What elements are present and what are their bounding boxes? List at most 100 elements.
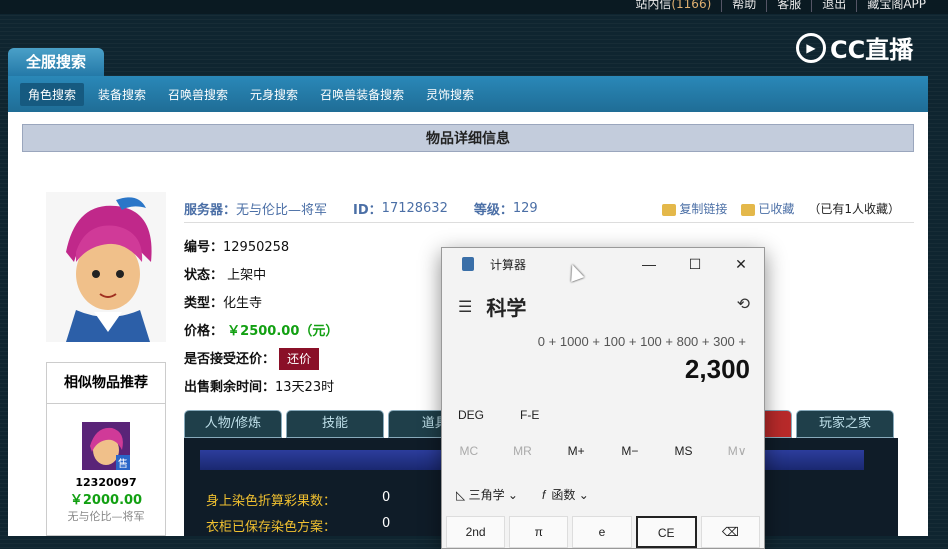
item-info-bar: 服务器： 无与伦比—将军 ID： 17128632 等级： 129 复制链接 已… xyxy=(184,194,914,223)
sell-tag: 售 xyxy=(116,455,130,470)
search-subnav: 角色搜索 装备搜索 召唤兽搜索 元身搜索 召唤兽装备搜索 灵饰搜索 xyxy=(8,76,928,112)
mode-title: 科学 xyxy=(486,298,527,320)
level-value: 129 xyxy=(512,200,538,216)
dye-body-value: 0 xyxy=(382,490,391,505)
calculator-window: 计算器 — ☐ ✕ ☰ 科学 ⟲ 0 + 1000 + 100 + 100 + … xyxy=(441,247,765,549)
type-row: 类型：化生寺 xyxy=(184,290,338,318)
price-label: 价格： xyxy=(184,324,224,339)
messages-link[interactable]: 站内信(1166) xyxy=(625,0,721,12)
calculator-mode: ☰ 科学 xyxy=(458,292,526,321)
second-button[interactable]: 2nd xyxy=(446,516,506,548)
m-plus-button[interactable]: M+ xyxy=(549,444,603,458)
backspace-button[interactable]: ⌫ xyxy=(700,516,761,548)
status-row: 状态： 上架中 xyxy=(184,262,338,290)
subnav-role-search[interactable]: 角色搜索 xyxy=(20,82,85,106)
similar-items-box: 相似物品推荐 售 12320097 ￥2000.00 无与伦比—将军 xyxy=(46,362,166,536)
favorite-label: 已收藏 xyxy=(758,202,795,216)
level-label: 等级： xyxy=(473,202,513,218)
copy-link-button[interactable]: 复制链接 xyxy=(662,200,727,217)
messages-count: (1166) xyxy=(671,0,712,11)
app-link[interactable]: 藏宝阁APP xyxy=(856,0,936,12)
tab-character[interactable]: 人物/修炼 xyxy=(184,410,282,438)
copy-link-label: 复制链接 xyxy=(679,202,728,216)
similar-price: ￥2000.00 xyxy=(69,493,143,508)
subnav-lingshi-search[interactable]: 灵饰搜索 xyxy=(418,83,482,106)
item-actions: 复制链接 已收藏 （已有1人收藏） xyxy=(662,200,900,217)
function-dropdown[interactable]: f 函数 ⌄ xyxy=(542,486,589,503)
fe-button[interactable]: F-E xyxy=(520,408,539,422)
mr-button[interactable]: MR xyxy=(496,444,550,458)
character-portrait-icon xyxy=(46,192,166,342)
item-details: 编号：12950258 状态： 上架中 类型：化生寺 价格： ￥2500.00（… xyxy=(184,234,338,402)
dye-row-wardrobe: 衣柜已保存染色方案： 0 xyxy=(206,516,390,535)
help-link[interactable]: 帮助 xyxy=(721,0,766,12)
tab-player-home[interactable]: 玩家之家 xyxy=(796,410,894,438)
similar-title: 相似物品推荐 xyxy=(47,363,165,404)
bargain-row: 是否接受还价： 还价 xyxy=(184,346,338,374)
memory-list-button[interactable]: M∨ xyxy=(710,444,764,458)
mc-button[interactable]: MC xyxy=(442,444,496,458)
tab-skills[interactable]: 技能 xyxy=(286,410,384,438)
tab-all-server-search[interactable]: 全服搜索 xyxy=(8,48,104,76)
logout-link[interactable]: 退出 xyxy=(811,0,856,12)
function-label: 函数 xyxy=(551,488,576,502)
e-button[interactable]: e xyxy=(572,516,632,548)
subnav-equip-search[interactable]: 装备搜索 xyxy=(90,83,154,106)
bargain-label: 是否接受还价： xyxy=(184,352,276,367)
trig-label: 三角学 xyxy=(468,488,505,502)
cc-live-logo: ▶ CC直播 xyxy=(796,30,913,65)
memory-row: MC MR M+ M− MS M∨ xyxy=(442,444,764,458)
maximize-icon[interactable]: ☐ xyxy=(672,248,718,280)
history-icon[interactable]: ⟲ xyxy=(737,294,750,314)
function-dropdowns: ◺ 三角学 ⌄ f 函数 ⌄ xyxy=(456,486,589,503)
trig-dropdown[interactable]: ◺ 三角学 ⌄ xyxy=(456,486,518,503)
panel-title: 物品详细信息 xyxy=(22,124,914,152)
triangle-icon: ◺ xyxy=(456,488,469,502)
server-label: 服务器： xyxy=(184,202,237,218)
favorite-button[interactable]: 已收藏 xyxy=(741,200,794,217)
messages-label: 站内信 xyxy=(635,0,672,11)
similar-code: 12320097 xyxy=(75,476,137,489)
function-icon: f xyxy=(541,488,546,502)
ce-button[interactable]: CE xyxy=(635,516,697,548)
service-link[interactable]: 客服 xyxy=(766,0,811,12)
id-value: 17128632 xyxy=(381,200,448,216)
calculator-expression: 0 + 1000 + 100 + 100 + 800 + 300 + xyxy=(537,334,746,349)
minimize-icon[interactable]: — xyxy=(626,248,672,280)
server-value: 无与伦比—将军 xyxy=(236,202,328,218)
type-value: 化生寺 xyxy=(223,296,263,311)
similar-item-thumbnail[interactable]: 售 xyxy=(82,422,130,470)
pi-button[interactable]: π xyxy=(509,516,569,548)
type-label: 类型： xyxy=(184,296,224,311)
calculator-result: 2,300 xyxy=(684,354,750,384)
code-row: 编号：12950258 xyxy=(184,234,338,262)
button-row: 2nd π e CE ⌫ xyxy=(446,516,761,548)
dye-row-body: 身上染色折算彩果数： 0 xyxy=(206,490,390,509)
subnav-pet-equip-search[interactable]: 召唤兽装备搜索 xyxy=(312,83,412,106)
favorite-count: （已有1人收藏） xyxy=(808,202,900,216)
status-label: 状态： xyxy=(184,268,224,283)
dye-wardrobe-label: 衣柜已保存染色方案： xyxy=(206,520,337,535)
status-value: 上架中 xyxy=(227,268,267,283)
top-bar: 站内信(1166) 帮助 客服 退出 藏宝阁APP xyxy=(0,0,948,14)
remain-value: 13天23时 xyxy=(275,380,335,395)
subnav-pet-search[interactable]: 召唤兽搜索 xyxy=(160,83,236,106)
deg-button[interactable]: DEG xyxy=(458,408,484,422)
window-controls: — ☐ ✕ xyxy=(626,248,764,280)
close-icon[interactable]: ✕ xyxy=(718,248,764,280)
similar-server: 无与伦比—将军 xyxy=(67,510,145,523)
calculator-titlebar[interactable]: 计算器 — ☐ ✕ xyxy=(442,248,764,280)
favorite-folder-icon xyxy=(741,203,756,216)
remain-label: 出售剩余时间： xyxy=(184,380,276,395)
angle-controls: DEG F-E xyxy=(458,408,539,422)
chevron-down-icon: ⌄ xyxy=(578,488,589,502)
ms-button[interactable]: MS xyxy=(657,444,711,458)
price-row: 价格： ￥2500.00（元） xyxy=(184,318,338,346)
m-minus-button[interactable]: M− xyxy=(603,444,657,458)
menu-icon[interactable]: ☰ xyxy=(458,297,472,317)
dye-wardrobe-value: 0 xyxy=(382,516,391,531)
subnav-yuanshen-search[interactable]: 元身搜索 xyxy=(242,83,306,106)
price-value: ￥2500.00（元） xyxy=(227,324,339,339)
top-links: 站内信(1166) 帮助 客服 退出 藏宝阁APP xyxy=(625,0,936,12)
bargain-button[interactable]: 还价 xyxy=(279,348,320,370)
